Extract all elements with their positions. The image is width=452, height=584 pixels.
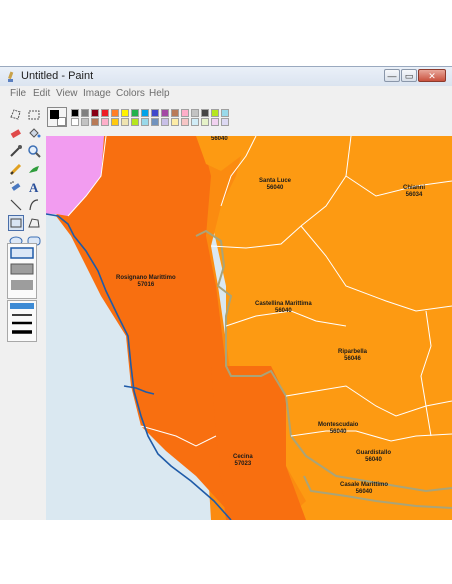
color-swatch[interactable]: [71, 118, 79, 126]
color-swatch[interactable]: [181, 109, 189, 117]
color-swatch[interactable]: [171, 109, 179, 117]
menu-bar: File Edit View Image Colors Help: [0, 86, 452, 103]
text-icon[interactable]: A: [26, 179, 42, 195]
menu-view[interactable]: View: [56, 88, 78, 99]
color-swatch[interactable]: [151, 118, 159, 126]
foreground-color-swatch[interactable]: [50, 110, 59, 119]
maximize-button[interactable]: ▭: [401, 69, 417, 82]
fill-bucket-icon[interactable]: [26, 125, 42, 141]
map-label-chianni: Chianni 56034: [403, 185, 425, 198]
magnifier-icon[interactable]: [26, 143, 42, 159]
fill-only-option: [11, 280, 33, 290]
current-colors[interactable]: [47, 107, 67, 127]
color-swatch[interactable]: [111, 118, 119, 126]
color-swatch[interactable]: [81, 109, 89, 117]
fill-style-options: [7, 243, 37, 299]
color-swatch[interactable]: [191, 118, 199, 126]
eraser-icon[interactable]: [8, 125, 24, 141]
color-swatch[interactable]: [91, 118, 99, 126]
line-width-options: [7, 300, 37, 342]
color-swatch[interactable]: [221, 118, 229, 126]
outline-fill-option: [10, 263, 34, 275]
airbrush-icon[interactable]: [8, 179, 24, 195]
color-swatch[interactable]: [221, 109, 229, 117]
menu-image[interactable]: Image: [83, 88, 111, 99]
color-swatch[interactable]: [81, 118, 89, 126]
color-swatch[interactable]: [151, 109, 159, 117]
color-swatch[interactable]: [191, 109, 199, 117]
menu-edit[interactable]: Edit: [33, 88, 50, 99]
color-swatch[interactable]: [121, 109, 129, 117]
color-swatch[interactable]: [211, 118, 219, 126]
menu-file[interactable]: File: [10, 88, 26, 99]
color-swatch[interactable]: [101, 118, 109, 126]
brush-icon[interactable]: [26, 161, 42, 177]
minimize-button[interactable]: —: [384, 69, 400, 82]
color-swatch[interactable]: [141, 109, 149, 117]
color-swatch[interactable]: [141, 118, 149, 126]
color-swatch[interactable]: [131, 109, 139, 117]
map-label-rosignano: Rosignano Marittimo 57016: [116, 275, 176, 288]
color-swatch[interactable]: [111, 109, 119, 117]
color-swatch[interactable]: [201, 118, 209, 126]
color-picker-icon[interactable]: [8, 143, 24, 159]
color-swatch[interactable]: [171, 118, 179, 126]
menu-help[interactable]: Help: [149, 88, 170, 99]
map-label-santa-luce: Santa Luce 56040: [259, 178, 292, 191]
map-label-castellina: Castellina Marittima 56040: [255, 301, 312, 314]
color-swatch[interactable]: [71, 109, 79, 117]
map-label-casale: Casale Marittimo 56040: [340, 482, 389, 495]
rectangle-icon[interactable]: [8, 215, 24, 231]
free-form-select-icon[interactable]: [8, 107, 24, 123]
close-button[interactable]: ✕: [418, 69, 446, 82]
color-swatch[interactable]: [181, 118, 189, 126]
outline-only-option: [10, 247, 34, 259]
select-icon[interactable]: [26, 107, 42, 123]
color-palette: [47, 107, 229, 129]
map-label-cecina: Cecina 57023: [233, 454, 253, 467]
menu-colors[interactable]: Colors: [116, 88, 145, 99]
paint-app-icon: [5, 70, 17, 82]
color-swatch[interactable]: [91, 109, 99, 117]
color-swatch[interactable]: [131, 118, 139, 126]
drawing-canvas[interactable]: Rosignano Marittimo 57016 Santa Luce 56040…: [46, 136, 452, 520]
map-label-guardistallo: Guardistallo 56040: [356, 450, 392, 463]
map-label-top-code: 56040: [211, 136, 228, 142]
color-swatch[interactable]: [201, 109, 209, 117]
window-title: Untitled - Paint: [21, 70, 94, 82]
line-icon[interactable]: [8, 197, 24, 213]
color-swatch[interactable]: [211, 109, 219, 117]
paint-window: Untitled - Paint — ▭ ✕ File Edit View Im…: [0, 66, 452, 520]
curve-icon[interactable]: [26, 197, 42, 213]
polygon-icon[interactable]: [26, 215, 42, 231]
title-bar[interactable]: Untitled - Paint — ▭ ✕: [0, 67, 452, 86]
map-label-montescudaio: Montescudaio 56040: [318, 422, 359, 435]
map-label-riparbella: Riparbella 56046: [338, 349, 368, 362]
pencil-icon[interactable]: [8, 161, 24, 177]
color-swatch[interactable]: [121, 118, 129, 126]
color-swatch[interactable]: [161, 109, 169, 117]
color-swatch[interactable]: [161, 118, 169, 126]
svg-text:A: A: [29, 180, 39, 195]
color-swatch[interactable]: [101, 109, 109, 117]
